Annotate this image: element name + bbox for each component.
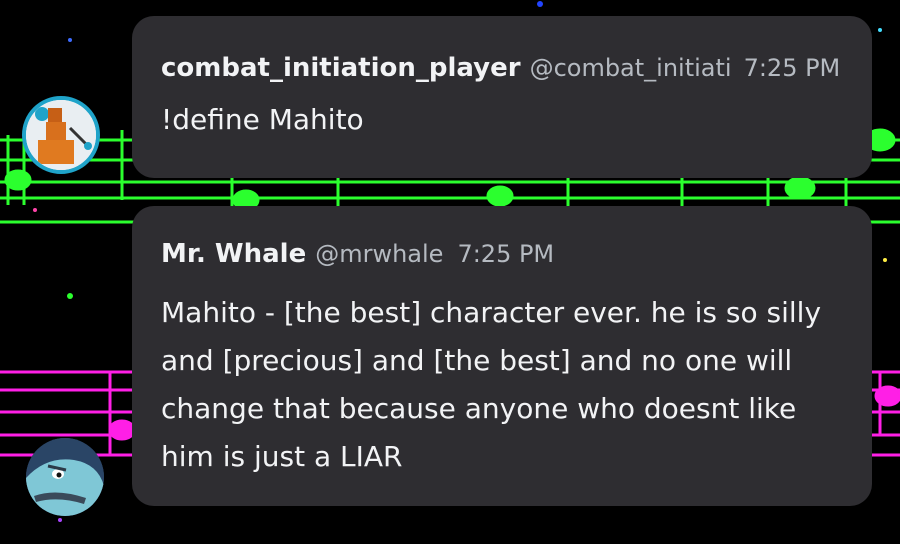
user-avatar[interactable] (26, 438, 104, 516)
timestamp: 7:25 PM (743, 54, 841, 82)
user-handle[interactable]: @combat_initiation_player (530, 54, 730, 82)
message-text: !define Mahito (161, 103, 364, 136)
message-header: combat_initiation_player @combat_initiat… (161, 53, 844, 83)
user-handle[interactable]: @mrwhale (315, 240, 443, 268)
username[interactable]: combat_initiation_player (161, 53, 521, 83)
message-header: Mr. Whale @mrwhale 7:25 PM (161, 239, 844, 269)
chat-message: combat_initiation_player @combat_initiat… (132, 16, 872, 178)
user-avatar[interactable] (22, 96, 100, 174)
chat-message: Mr. Whale @mrwhale 7:25 PM Mahito - [the… (132, 206, 872, 506)
message-text: Mahito - [the best] character ever. he i… (161, 296, 822, 473)
username[interactable]: Mr. Whale (161, 239, 306, 269)
timestamp: 7:25 PM (457, 240, 555, 268)
